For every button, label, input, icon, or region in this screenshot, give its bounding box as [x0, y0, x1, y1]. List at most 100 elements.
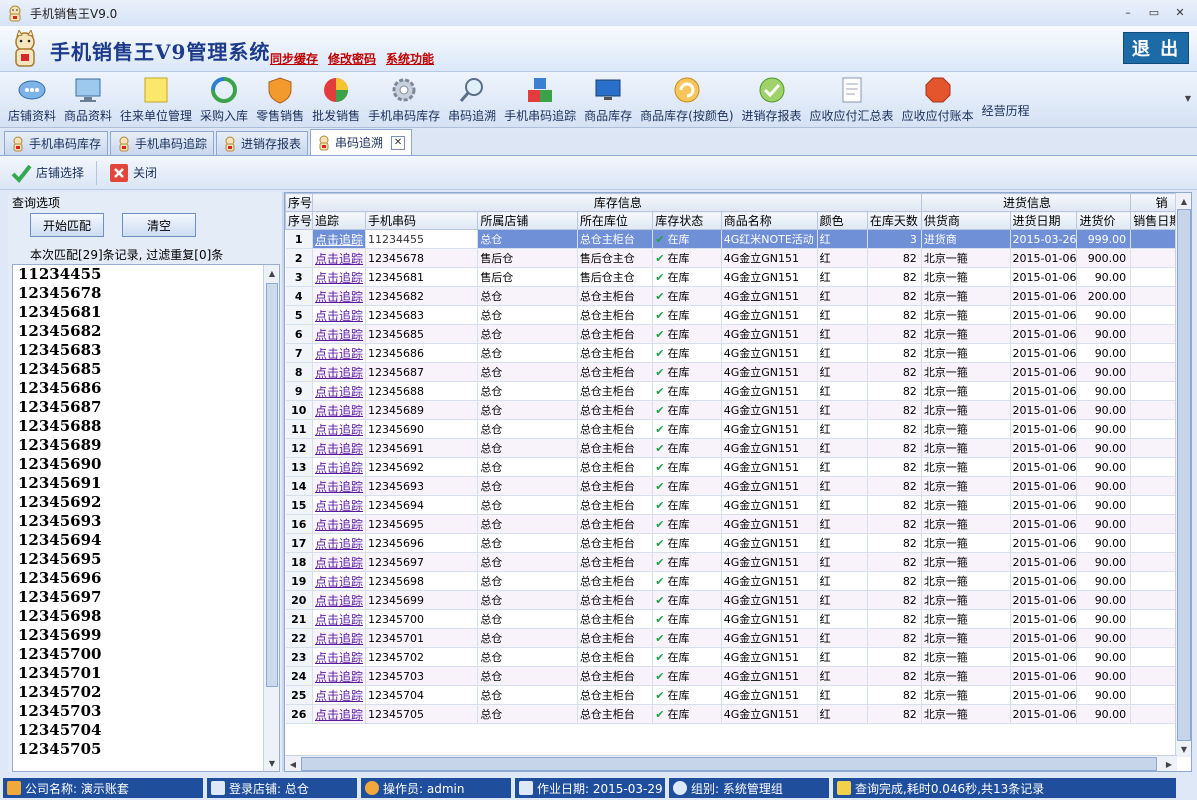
- toolbar-product-info[interactable]: 商品资料: [60, 72, 116, 126]
- table-row[interactable]: 4 点击追踪 12345682 总仓 总仓主柜台 ✔ 在库 4G金立GN151 红 82 北京一箍 2…: [285, 286, 1191, 306]
- scroll-up-icon[interactable]: ▲: [264, 265, 279, 281]
- trace-link[interactable]: 点击追踪: [312, 305, 366, 325]
- table-row[interactable]: 26 点击追踪 12345705 总仓 总仓主柜台 ✔ 在库 4G金立GN151 红 82 北京一箍…: [285, 704, 1191, 724]
- toolbar-business-history[interactable]: 经营历程: [978, 72, 1034, 126]
- table-row[interactable]: 5 点击追踪 12345683 总仓 总仓主柜台 ✔ 在库 4G金立GN151 红 82 北京一箍 2…: [285, 305, 1191, 325]
- tab-serial-trace[interactable]: 串码追溯 ✕: [310, 129, 413, 155]
- grid-horizontal-scrollbar[interactable]: ◀ ▶: [285, 755, 1177, 771]
- table-row[interactable]: 13 点击追踪 12345692 总仓 总仓主柜台 ✔ 在库 4G金立GN151 红 82 北京一箍…: [285, 457, 1191, 477]
- table-row[interactable]: 23 点击追踪 12345702 总仓 总仓主柜台 ✔ 在库 4G金立GN151 红 82 北京一箍…: [285, 647, 1191, 667]
- sync-cache-link[interactable]: 同步缓存: [270, 50, 318, 67]
- table-row[interactable]: 22 点击追踪 12345701 总仓 总仓主柜台 ✔ 在库 4G金立GN151 红 82 北京一箍…: [285, 628, 1191, 648]
- table-row[interactable]: 17 点击追踪 12345696 总仓 总仓主柜台 ✔ 在库 4G金立GN151 红 82 北京一箍…: [285, 533, 1191, 553]
- trace-link[interactable]: 点击追踪: [312, 533, 366, 553]
- tab-inventory-report[interactable]: 进销存报表: [216, 131, 309, 155]
- table-row[interactable]: 19 点击追踪 12345698 总仓 总仓主柜台 ✔ 在库 4G金立GN151 红 82 北京一箍…: [285, 571, 1191, 591]
- trace-link[interactable]: 点击追踪: [312, 571, 366, 591]
- table-row[interactable]: 14 点击追踪 12345693 总仓 总仓主柜台 ✔ 在库 4G金立GN151 红 82 北京一箍…: [285, 476, 1191, 496]
- column-header[interactable]: 序号: [285, 211, 314, 230]
- toolbar-retail-sales[interactable]: 零售销售: [252, 72, 308, 126]
- column-header[interactable]: 库存状态: [652, 211, 722, 230]
- trace-link[interactable]: 点击追踪: [312, 457, 366, 477]
- table-row[interactable]: 16 点击追踪 12345695 总仓 总仓主柜台 ✔ 在库 4G金立GN151 红 82 北京一箍…: [285, 514, 1191, 534]
- trace-link[interactable]: 点击追踪: [312, 324, 366, 344]
- table-row[interactable]: 2 点击追踪 12345678 售后仓 售后仓主仓 ✔ 在库 4G金立GN151 红 82 北京一箍…: [285, 248, 1191, 268]
- serial-input-list[interactable]: 11234455 12345678 12345681 12345682 12345683…: [12, 264, 280, 772]
- trace-link[interactable]: 点击追踪: [312, 286, 366, 306]
- toolbar-overflow-icon[interactable]: ▼: [1185, 94, 1191, 103]
- store-select-button[interactable]: 店铺选择: [10, 162, 84, 184]
- toolbar-store-info[interactable]: 店铺资料: [4, 72, 60, 126]
- serial-list-scrollbar[interactable]: ▲ ▼: [263, 265, 279, 771]
- toolbar-serial-stock[interactable]: 手机串码库存: [364, 72, 444, 126]
- toolbar-partner-management[interactable]: 往来单位管理: [116, 72, 196, 126]
- trace-link[interactable]: 点击追踪: [312, 438, 366, 458]
- trace-link[interactable]: 点击追踪: [312, 514, 366, 534]
- scroll-thumb[interactable]: [266, 283, 278, 687]
- grid-vertical-scrollbar[interactable]: ▲ ▼: [1175, 193, 1191, 757]
- trace-link[interactable]: 点击追踪: [312, 362, 366, 382]
- table-row[interactable]: 21 点击追踪 12345700 总仓 总仓主柜台 ✔ 在库 4G金立GN151 红 82 北京一箍…: [285, 609, 1191, 629]
- system-functions-link[interactable]: 系统功能: [386, 50, 434, 67]
- table-row[interactable]: 8 点击追踪 12345687 总仓 总仓主柜台 ✔ 在库 4G金立GN151 红 82 北京一箍 2…: [285, 362, 1191, 382]
- column-header[interactable]: 在库天数: [866, 211, 922, 230]
- trace-link[interactable]: 点击追踪: [312, 590, 366, 610]
- table-row[interactable]: 11 点击追踪 12345690 总仓 总仓主柜台 ✔ 在库 4G金立GN151 红 82 北京一箍…: [285, 419, 1191, 439]
- column-header[interactable]: 进货日期: [1009, 211, 1078, 230]
- minimize-button[interactable]: –: [1115, 2, 1141, 22]
- trace-link[interactable]: 点击追踪: [312, 628, 366, 648]
- table-row[interactable]: 15 点击追踪 12345694 总仓 总仓主柜台 ✔ 在库 4G金立GN151 红 82 北京一箍…: [285, 495, 1191, 515]
- trace-link[interactable]: 点击追踪: [312, 229, 366, 249]
- table-row[interactable]: 20 点击追踪 12345699 总仓 总仓主柜台 ✔ 在库 4G金立GN151 红 82 北京一箍…: [285, 590, 1191, 610]
- exit-button[interactable]: 退 出: [1123, 32, 1189, 64]
- trace-link[interactable]: 点击追踪: [312, 495, 366, 515]
- toolbar-serial-tracking[interactable]: 手机串码追踪: [500, 72, 580, 126]
- column-header[interactable]: 所属店铺: [477, 211, 578, 230]
- scroll-thumb[interactable]: [301, 757, 1157, 771]
- trace-link[interactable]: 点击追踪: [312, 609, 366, 629]
- trace-link[interactable]: 点击追踪: [312, 647, 366, 667]
- toolbar-inventory-report[interactable]: 进销存报表: [738, 72, 806, 126]
- change-password-link[interactable]: 修改密码: [328, 50, 376, 67]
- table-row[interactable]: 24 点击追踪 12345703 总仓 总仓主柜台 ✔ 在库 4G金立GN151 红 82 北京一箍…: [285, 666, 1191, 686]
- toolbar-stock-by-color[interactable]: 商品库存(按颜色): [636, 72, 737, 126]
- trace-link[interactable]: 点击追踪: [312, 476, 366, 496]
- table-row[interactable]: 18 点击追踪 12345697 总仓 总仓主柜台 ✔ 在库 4G金立GN151 红 82 北京一箍…: [285, 552, 1191, 572]
- table-row[interactable]: 12 点击追踪 12345691 总仓 总仓主柜台 ✔ 在库 4G金立GN151 红 82 北京一箍…: [285, 438, 1191, 458]
- column-header[interactable]: 手机串码: [364, 211, 479, 230]
- column-header[interactable]: 进货价: [1076, 211, 1132, 230]
- tab-serial-stock[interactable]: 手机串码库存: [4, 131, 109, 155]
- tab-serial-tracking[interactable]: 手机串码追踪: [110, 131, 215, 155]
- scroll-down-icon[interactable]: ▼: [264, 755, 279, 771]
- table-row[interactable]: 7 点击追踪 12345686 总仓 总仓主柜台 ✔ 在库 4G金立GN151 红 82 北京一箍 2…: [285, 343, 1191, 363]
- tab-close-icon[interactable]: ✕: [391, 135, 406, 150]
- trace-link[interactable]: 点击追踪: [312, 552, 366, 572]
- table-row[interactable]: 1 点击追踪 11234455 总仓 总仓主柜台 ✔ 在库 4G红米NOTE活动红 3 进货商 20…: [285, 229, 1191, 249]
- column-header[interactable]: 商品名称: [720, 211, 818, 230]
- column-header[interactable]: 供货商: [920, 211, 1011, 230]
- column-header[interactable]: 追踪: [312, 211, 366, 230]
- table-row[interactable]: 9 点击追踪 12345688 总仓 总仓主柜台 ✔ 在库 4G金立GN151 红 82 北京一箍 2…: [285, 381, 1191, 401]
- trace-link[interactable]: 点击追踪: [312, 419, 366, 439]
- column-header[interactable]: 所在库位: [576, 211, 654, 230]
- trace-link[interactable]: 点击追踪: [312, 248, 366, 268]
- close-button[interactable]: ✕: [1167, 2, 1193, 22]
- trace-link[interactable]: 点击追踪: [312, 400, 366, 420]
- table-row[interactable]: 6 点击追踪 12345685 总仓 总仓主柜台 ✔ 在库 4G金立GN151 红 82 北京一箍 2…: [285, 324, 1191, 344]
- toolbar-product-stock[interactable]: 商品库存: [580, 72, 636, 126]
- table-row[interactable]: 25 点击追踪 12345704 总仓 总仓主柜台 ✔ 在库 4G金立GN151 红 82 北京一箍…: [285, 685, 1191, 705]
- toolbar-wholesale-sales[interactable]: 批发销售: [308, 72, 364, 126]
- scroll-thumb[interactable]: [1177, 209, 1191, 741]
- scroll-left-icon[interactable]: ◀: [285, 756, 301, 771]
- table-row[interactable]: 3 点击追踪 12345681 售后仓 售后仓主仓 ✔ 在库 4G金立GN151 红 82 北京一箍…: [285, 267, 1191, 287]
- toolbar-serial-trace[interactable]: 串码追溯: [444, 72, 500, 126]
- trace-link[interactable]: 点击追踪: [312, 343, 366, 363]
- scroll-down-icon[interactable]: ▼: [1176, 741, 1191, 757]
- table-row[interactable]: 10 点击追踪 12345689 总仓 总仓主柜台 ✔ 在库 4G金立GN151 红 82 北京一箍…: [285, 400, 1191, 420]
- toolbar-receivable-ledger[interactable]: 应收应付账本: [898, 72, 978, 126]
- trace-link[interactable]: 点击追踪: [312, 685, 366, 705]
- trace-link[interactable]: 点击追踪: [312, 666, 366, 686]
- scroll-right-icon[interactable]: ▶: [1161, 756, 1177, 771]
- column-header[interactable]: 颜色: [816, 211, 868, 230]
- trace-link[interactable]: 点击追踪: [312, 381, 366, 401]
